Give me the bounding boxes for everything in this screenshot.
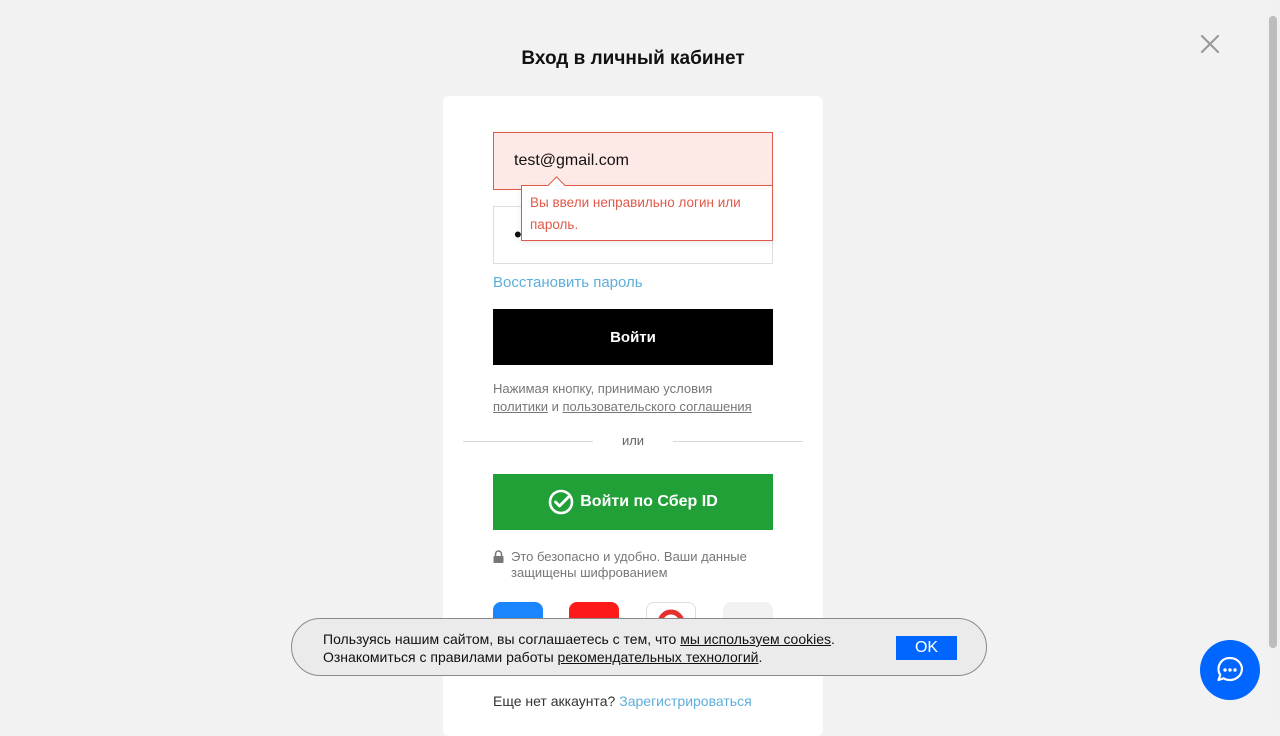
terms-text: Нажимая кнопку, принимаю условия политик… bbox=[493, 380, 783, 416]
policy-link[interactable]: политики bbox=[493, 399, 548, 414]
login-button[interactable]: Войти bbox=[493, 309, 773, 365]
scrollbar-thumb[interactable] bbox=[1269, 16, 1277, 648]
error-message: Вы ввели неправильно логин или пароль. bbox=[530, 195, 741, 232]
cookie-ok-button[interactable]: OK bbox=[896, 636, 957, 660]
lock-icon bbox=[493, 550, 504, 563]
signup-link[interactable]: Зарегистрироваться bbox=[619, 693, 751, 709]
cookie-banner: Пользуясь нашим сайтом, вы соглашаетесь … bbox=[291, 618, 987, 676]
cookie-text-1: Пользуясь нашим сайтом, вы соглашаетесь … bbox=[323, 631, 677, 647]
user-agreement-link[interactable]: пользовательского соглашения bbox=[563, 399, 752, 414]
chat-icon bbox=[1217, 656, 1243, 682]
sber-id-label: Войти по Сбер ID bbox=[580, 493, 718, 510]
signup-prompt: Еще нет аккаунта? bbox=[493, 693, 616, 709]
chat-button[interactable] bbox=[1200, 640, 1260, 700]
email-field[interactable] bbox=[493, 132, 773, 190]
terms-and: и bbox=[551, 399, 559, 414]
cookies-link[interactable]: мы используем cookies bbox=[680, 631, 831, 647]
terms-prefix: Нажимая кнопку, принимаю условия bbox=[493, 381, 713, 396]
signup-row: Еще нет аккаунта? Зарегистрироваться bbox=[493, 693, 752, 709]
sber-check-icon bbox=[548, 489, 574, 515]
scrollbar[interactable] bbox=[1266, 0, 1280, 720]
secure-note-text: Это безопасно и удобно. Ваши данные защи… bbox=[511, 549, 747, 580]
cookie-text: Пользуясь нашим сайтом, вы соглашаетесь … bbox=[323, 631, 835, 665]
restore-password-link[interactable]: Восстановить пароль bbox=[493, 274, 643, 291]
divider-text: или bbox=[621, 433, 645, 448]
cookie-text-2: Ознакомиться с правилами работы bbox=[323, 649, 554, 665]
recommendation-tech-link[interactable]: рекомендательных технологий bbox=[558, 649, 759, 665]
divider-left bbox=[463, 441, 593, 442]
sber-id-button[interactable]: Войти по Сбер ID bbox=[493, 474, 773, 530]
error-tooltip: Вы ввели неправильно логин или пароль. bbox=[521, 176, 773, 241]
close-icon[interactable] bbox=[1198, 32, 1222, 56]
page-title: Вход в личный кабинет bbox=[521, 48, 745, 69]
divider-right bbox=[673, 441, 803, 442]
